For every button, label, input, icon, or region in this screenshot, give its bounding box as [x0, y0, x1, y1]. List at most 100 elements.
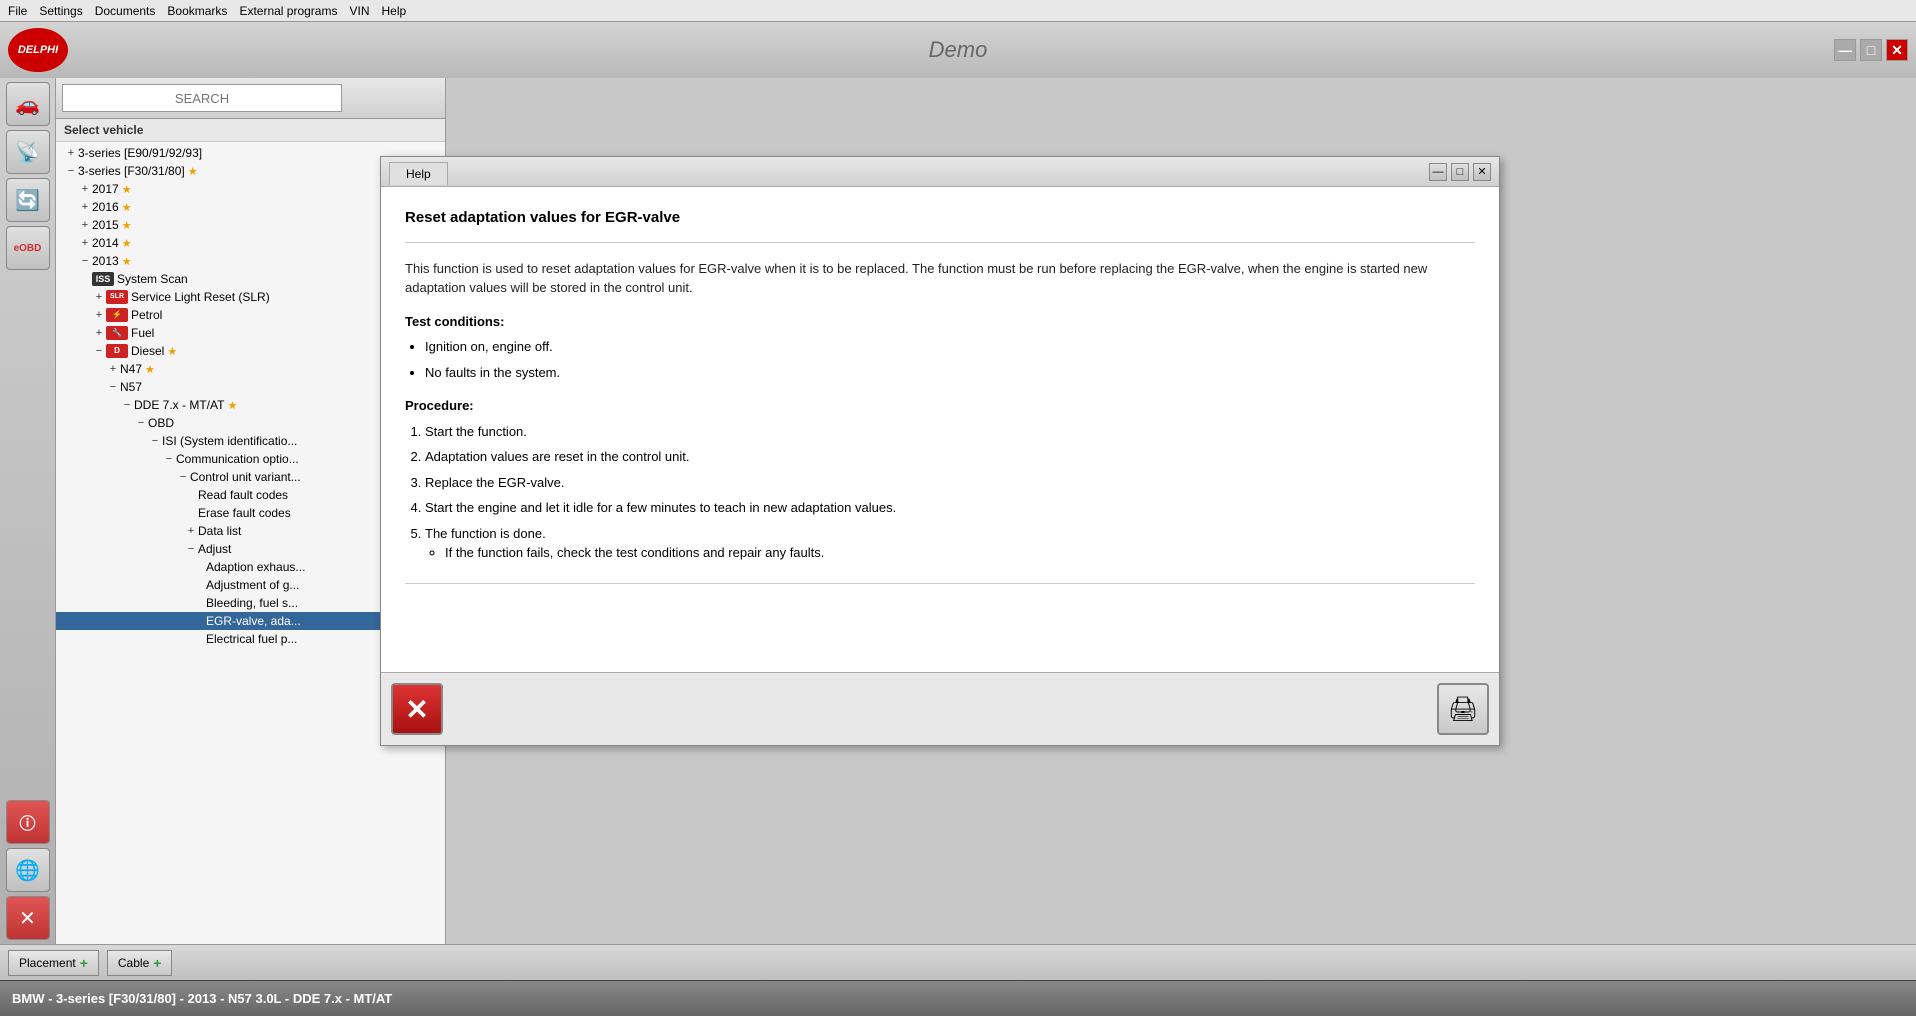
tree-toggle[interactable]: − — [134, 417, 148, 429]
tree-toggle[interactable]: − — [162, 453, 176, 465]
tree-toggle[interactable]: + — [78, 201, 92, 213]
main-container: 🚗 📡 🔄 eOBD ⓘ 🌐 ✕ Select vehicle + 3-seri… — [0, 78, 1916, 944]
menu-bookmarks[interactable]: Bookmarks — [167, 4, 227, 18]
tree-label: Communication optio... — [176, 452, 299, 466]
procedure-title: Procedure: — [405, 396, 1475, 416]
menu-vin[interactable]: VIN — [349, 4, 369, 18]
help-titlebar: Help — □ ✕ — [381, 157, 1499, 187]
tree-label: ISI (System identificatio... — [162, 434, 297, 448]
status-text: BMW - 3-series [F30/31/80] - 2013 - N57 … — [12, 991, 392, 1006]
sidebar-car-icon[interactable]: 🚗 — [6, 82, 50, 126]
fuel-badge: 🔧 — [106, 326, 128, 340]
sidebar-web-icon[interactable]: 🌐 — [6, 848, 50, 892]
tree-label: Data list — [198, 524, 241, 538]
tree-toggle[interactable]: + — [78, 219, 92, 231]
tree-toggle[interactable]: + — [184, 525, 198, 537]
tree-label: Bleeding, fuel s... — [206, 596, 298, 610]
tree-label: Diesel — [131, 344, 164, 358]
menu-external-programs[interactable]: External programs — [239, 4, 337, 18]
tree-toggle[interactable]: + — [92, 291, 106, 303]
tree-toggle[interactable]: − — [120, 399, 134, 411]
help-window-controls: — □ ✕ — [1429, 163, 1491, 181]
placement-button[interactable]: Placement + — [8, 950, 99, 976]
help-close-red-button[interactable]: ✕ — [391, 683, 443, 735]
help-content: Reset adaptation values for EGR-valve Th… — [381, 187, 1499, 672]
delphi-logo: DELPHI — [8, 28, 68, 72]
help-tab[interactable]: Help — [389, 162, 448, 185]
star-icon: ★ — [227, 399, 237, 412]
menu-settings[interactable]: Settings — [39, 4, 82, 18]
procedure-step-3: Replace the EGR-valve. — [425, 473, 1475, 493]
test-conditions-title: Test conditions: — [405, 312, 1475, 332]
tree-label: Control unit variant... — [190, 470, 301, 484]
cable-button[interactable]: Cable + — [107, 950, 173, 976]
tree-label: 3-series [E90/91/92/93] — [78, 146, 202, 160]
sidebar-cancel-icon[interactable]: ✕ — [6, 896, 50, 940]
star-icon: ★ — [122, 237, 132, 250]
cable-add-icon: + — [153, 955, 161, 971]
tree-label: 2014 — [92, 236, 119, 250]
tree-toggle[interactable]: − — [64, 165, 78, 177]
procedure-step-1: Start the function. — [425, 422, 1475, 442]
tree-toggle[interactable]: − — [176, 471, 190, 483]
diesel-badge: D — [106, 344, 128, 358]
tree-toggle[interactable]: + — [64, 147, 78, 159]
tree-toggle[interactable]: − — [184, 543, 198, 555]
star-icon: ★ — [122, 201, 132, 214]
tree-toggle[interactable]: + — [92, 309, 106, 321]
cable-label: Cable — [118, 956, 149, 970]
tree-label: OBD — [148, 416, 174, 430]
tree-label: 2013 — [92, 254, 119, 268]
tree-label: Petrol — [131, 308, 162, 322]
search-bar — [56, 78, 445, 119]
test-condition-2: No faults in the system. — [425, 363, 1475, 383]
petrol-badge: ⚡ — [106, 308, 128, 322]
procedure-note: If the function fails, check the test co… — [445, 543, 1475, 563]
tree-label: Erase fault codes — [198, 506, 291, 520]
tree-label: Adjustment of g... — [206, 578, 299, 592]
procedure-list: Start the function. Adaptation values ar… — [425, 422, 1475, 563]
minimize-button[interactable]: — — [1834, 39, 1856, 61]
help-print-button[interactable]: 🖨 — [1437, 683, 1489, 735]
close-button[interactable]: ✕ — [1886, 39, 1908, 61]
placement-add-icon: + — [80, 955, 88, 971]
tree-toggle[interactable]: + — [78, 183, 92, 195]
tree-label: DDE 7.x - MT/AT — [134, 398, 224, 412]
help-intro: This function is used to reset adaptatio… — [405, 259, 1475, 298]
menu-help[interactable]: Help — [382, 4, 407, 18]
tree-toggle[interactable]: − — [78, 255, 92, 267]
bottom-panel: Placement + Cable + — [0, 944, 1916, 980]
help-close-button[interactable]: ✕ — [1473, 163, 1491, 181]
procedure-step-2: Adaptation values are reset in the contr… — [425, 447, 1475, 467]
menu-documents[interactable]: Documents — [95, 4, 156, 18]
tree-toggle[interactable]: + — [92, 327, 106, 339]
tree-toggle[interactable]: − — [148, 435, 162, 447]
tree-toggle[interactable]: + — [78, 237, 92, 249]
app-title: Demo — [929, 37, 988, 63]
star-icon: ★ — [122, 219, 132, 232]
sidebar-info-icon[interactable]: ⓘ — [6, 800, 50, 844]
maximize-button[interactable]: □ — [1860, 39, 1882, 61]
sidebar-scan-icon[interactable]: 📡 — [6, 130, 50, 174]
tree-label: 2016 — [92, 200, 119, 214]
tree-label: EGR-valve, ada... — [206, 614, 301, 628]
star-icon: ★ — [188, 165, 198, 178]
tree-toggle[interactable]: + — [106, 363, 120, 375]
help-title: Reset adaptation values for EGR-valve — [405, 207, 1475, 230]
help-minimize-button[interactable]: — — [1429, 163, 1447, 181]
sidebar-eobd-icon[interactable]: eOBD — [6, 226, 50, 270]
menu-file[interactable]: File — [8, 4, 27, 18]
iss-badge: ISS — [92, 272, 114, 286]
sidebar-icons: 🚗 📡 🔄 eOBD ⓘ 🌐 ✕ — [0, 78, 56, 944]
star-icon: ★ — [122, 255, 132, 268]
title-bar: DELPHI Demo — □ ✕ — [0, 22, 1916, 78]
tree-label: System Scan — [117, 272, 188, 286]
help-divider-bottom — [405, 583, 1475, 584]
star-icon: ★ — [145, 363, 155, 376]
tree-toggle[interactable]: − — [92, 345, 106, 357]
test-conditions-list: Ignition on, engine off. No faults in th… — [425, 337, 1475, 382]
help-maximize-button[interactable]: □ — [1451, 163, 1469, 181]
search-input[interactable] — [62, 84, 342, 112]
sidebar-service-icon[interactable]: 🔄 — [6, 178, 50, 222]
tree-toggle[interactable]: − — [106, 381, 120, 393]
